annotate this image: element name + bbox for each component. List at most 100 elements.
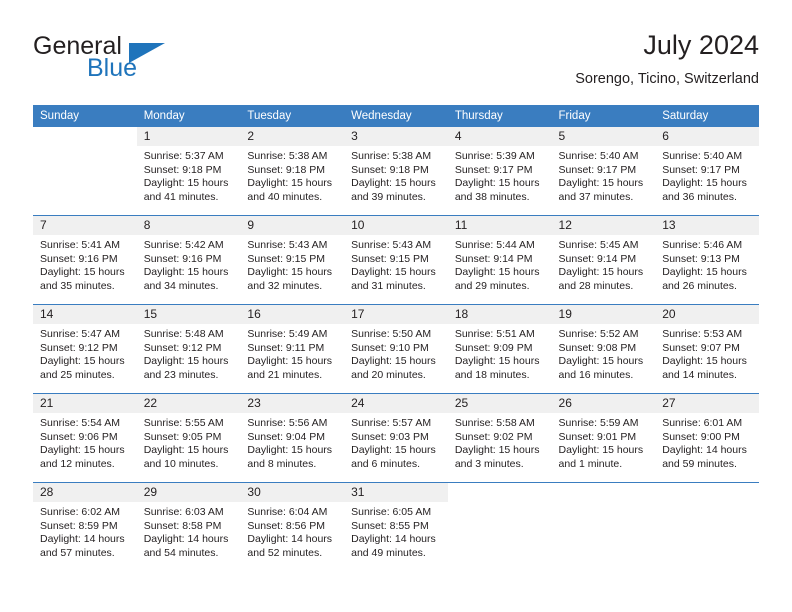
day-cell[interactable]: 11 Sunrise: 5:44 AM Sunset: 9:14 PM Dayligh… bbox=[447, 216, 552, 304]
day-details: Sunrise: 5:38 AM Sunset: 9:18 PM Daylight:… bbox=[240, 146, 344, 204]
day-details: Sunrise: 5:38 AM Sunset: 9:18 PM Daylight:… bbox=[344, 146, 448, 204]
day-daylight1-text: Daylight: 15 hours bbox=[662, 355, 747, 368]
day-daylight2-text: and 34 minutes. bbox=[143, 279, 219, 292]
day-number: 18 bbox=[447, 305, 552, 324]
calendar-cell: 17 Sunrise: 5:50 AM Sunset: 9:10 PM Dayligh… bbox=[344, 304, 448, 394]
day-cell[interactable]: 15 Sunrise: 5:48 AM Sunset: 9:12 PM Dayligh… bbox=[136, 305, 241, 393]
day-details: Sunrise: 5:46 AM Sunset: 9:13 PM Daylight:… bbox=[655, 235, 759, 293]
day-cell[interactable]: 26 Sunrise: 5:59 AM Sunset: 9:01 PM Dayligh… bbox=[551, 394, 656, 482]
day-details: Sunrise: 5:37 AM Sunset: 9:18 PM Daylight:… bbox=[137, 146, 241, 204]
weekday-header-saturday: Saturday bbox=[655, 105, 759, 127]
calendar-cell: 8 Sunrise: 5:42 AM Sunset: 9:16 PM Daylight… bbox=[136, 215, 241, 305]
day-daylight2-text: and 6 minutes. bbox=[351, 457, 420, 470]
day-daylight2-text: and 20 minutes. bbox=[351, 368, 426, 381]
day-daylight2-text: and 16 minutes. bbox=[558, 368, 634, 381]
day-sunset-text: Sunset: 9:14 PM bbox=[558, 252, 637, 265]
day-cell[interactable]: 14 Sunrise: 5:47 AM Sunset: 9:12 PM Dayligh… bbox=[33, 305, 137, 393]
day-sunrise-text: Sunrise: 5:59 AM bbox=[558, 417, 639, 429]
day-daylight2-text: and 12 minutes. bbox=[40, 457, 115, 470]
calendar-cell bbox=[33, 127, 137, 216]
day-details: Sunrise: 6:03 AM Sunset: 8:58 PM Daylight:… bbox=[137, 502, 241, 560]
day-daylight1-text: Daylight: 15 hours bbox=[558, 177, 644, 190]
day-number: 30 bbox=[240, 483, 345, 502]
day-number: 23 bbox=[240, 394, 345, 413]
day-sunrise-text: Sunrise: 5:54 AM bbox=[40, 417, 120, 429]
calendar-week-row: 1 Sunrise: 5:37 AM Sunset: 9:18 PM Daylight… bbox=[33, 127, 759, 216]
day-cell[interactable]: 29 Sunrise: 6:03 AM Sunset: 8:58 PM Dayligh… bbox=[136, 483, 241, 571]
day-cell[interactable]: 9 Sunrise: 5:43 AM Sunset: 9:15 PM Daylight… bbox=[240, 216, 345, 304]
day-cell[interactable]: 16 Sunrise: 5:49 AM Sunset: 9:11 PM Dayligh… bbox=[240, 305, 345, 393]
day-number: 26 bbox=[551, 394, 656, 413]
day-number: 15 bbox=[136, 305, 241, 324]
weekday-header-thursday: Thursday bbox=[447, 105, 552, 127]
day-details: Sunrise: 5:49 AM Sunset: 9:11 PM Daylight:… bbox=[240, 324, 344, 382]
day-sunrise-text: Sunrise: 5:39 AM bbox=[454, 150, 535, 162]
day-daylight2-text: and 41 minutes. bbox=[143, 190, 219, 203]
day-daylight1-text: Daylight: 15 hours bbox=[247, 177, 333, 190]
day-cell[interactable]: 7 Sunrise: 5:41 AM Sunset: 9:16 PM Daylight… bbox=[33, 216, 137, 304]
day-sunrise-text: Sunrise: 5:52 AM bbox=[558, 328, 639, 340]
calendar-cell bbox=[655, 482, 759, 571]
day-sunset-text: Sunset: 9:00 PM bbox=[662, 430, 740, 443]
day-daylight2-text: and 57 minutes. bbox=[40, 546, 115, 559]
day-cell[interactable]: 1 Sunrise: 5:37 AM Sunset: 9:18 PM Daylight… bbox=[136, 127, 241, 215]
day-daylight1-text: Daylight: 15 hours bbox=[454, 177, 540, 190]
day-number: 20 bbox=[655, 305, 759, 324]
day-sunset-text: Sunset: 9:10 PM bbox=[351, 341, 429, 354]
calendar-cell: 5 Sunrise: 5:40 AM Sunset: 9:17 PM Daylight… bbox=[551, 127, 656, 216]
day-sunset-text: Sunset: 9:08 PM bbox=[558, 341, 637, 354]
day-cell[interactable]: 21 Sunrise: 5:54 AM Sunset: 9:06 PM Dayligh… bbox=[33, 394, 137, 482]
day-cell[interactable]: 4 Sunrise: 5:39 AM Sunset: 9:17 PM Daylight… bbox=[447, 127, 552, 215]
day-cell[interactable]: 25 Sunrise: 5:58 AM Sunset: 9:02 PM Dayligh… bbox=[447, 394, 552, 482]
calendar-week-row: 7 Sunrise: 5:41 AM Sunset: 9:16 PM Daylight… bbox=[33, 215, 759, 305]
day-cell[interactable]: 19 Sunrise: 5:52 AM Sunset: 9:08 PM Dayligh… bbox=[551, 305, 656, 393]
calendar-cell: 9 Sunrise: 5:43 AM Sunset: 9:15 PM Daylight… bbox=[240, 215, 345, 305]
location-subtitle: Sorengo, Ticino, Switzerland bbox=[575, 71, 759, 87]
day-cell[interactable]: 23 Sunrise: 5:56 AM Sunset: 9:04 PM Dayligh… bbox=[240, 394, 345, 482]
day-cell[interactable]: 12 Sunrise: 5:45 AM Sunset: 9:14 PM Dayligh… bbox=[551, 216, 656, 304]
day-cell[interactable]: 20 Sunrise: 5:53 AM Sunset: 9:07 PM Dayligh… bbox=[655, 305, 759, 393]
day-sunrise-text: Sunrise: 5:42 AM bbox=[143, 239, 224, 251]
day-cell[interactable]: 30 Sunrise: 6:04 AM Sunset: 8:56 PM Dayligh… bbox=[240, 483, 345, 571]
page-title: July 2024 bbox=[643, 30, 759, 60]
day-daylight2-text: and 31 minutes. bbox=[351, 279, 426, 292]
day-sunset-text: Sunset: 9:18 PM bbox=[247, 163, 326, 176]
day-sunrise-text: Sunrise: 5:43 AM bbox=[247, 239, 328, 251]
day-cell[interactable]: 28 Sunrise: 6:02 AM Sunset: 8:59 PM Dayligh… bbox=[33, 483, 137, 571]
calendar-cell: 12 Sunrise: 5:45 AM Sunset: 9:14 PM Dayligh… bbox=[551, 215, 656, 305]
day-sunrise-text: Sunrise: 5:57 AM bbox=[351, 417, 432, 429]
empty-day-cell bbox=[33, 127, 137, 215]
day-daylight2-text: and 23 minutes. bbox=[143, 368, 219, 381]
day-daylight1-text: Daylight: 14 hours bbox=[351, 533, 436, 546]
day-number: 4 bbox=[447, 127, 552, 146]
day-sunset-text: Sunset: 9:01 PM bbox=[558, 430, 637, 443]
calendar-cell: 28 Sunrise: 6:02 AM Sunset: 8:59 PM Dayligh… bbox=[33, 482, 137, 571]
day-cell[interactable]: 18 Sunrise: 5:51 AM Sunset: 9:09 PM Dayligh… bbox=[447, 305, 552, 393]
day-cell[interactable]: 27 Sunrise: 6:01 AM Sunset: 9:00 PM Dayligh… bbox=[655, 394, 759, 482]
day-cell[interactable]: 5 Sunrise: 5:40 AM Sunset: 9:17 PM Daylight… bbox=[551, 127, 656, 215]
day-sunrise-text: Sunrise: 5:40 AM bbox=[662, 150, 743, 162]
day-cell[interactable]: 13 Sunrise: 5:46 AM Sunset: 9:13 PM Dayligh… bbox=[655, 216, 759, 304]
day-cell[interactable]: 3 Sunrise: 5:38 AM Sunset: 9:18 PM Daylight… bbox=[344, 127, 448, 215]
day-sunset-text: Sunset: 9:04 PM bbox=[247, 430, 326, 443]
day-daylight2-text: and 1 minute. bbox=[558, 457, 623, 470]
day-daylight2-text: and 18 minutes. bbox=[454, 368, 530, 381]
day-cell[interactable]: 6 Sunrise: 5:40 AM Sunset: 9:17 PM Daylight… bbox=[655, 127, 759, 215]
day-daylight1-text: Daylight: 15 hours bbox=[40, 266, 125, 279]
day-sunset-text: Sunset: 9:13 PM bbox=[662, 252, 740, 265]
day-number: 22 bbox=[136, 394, 241, 413]
day-daylight1-text: Daylight: 15 hours bbox=[143, 266, 229, 279]
day-cell[interactable]: 24 Sunrise: 5:57 AM Sunset: 9:03 PM Dayligh… bbox=[344, 394, 448, 482]
day-cell[interactable]: 31 Sunrise: 6:05 AM Sunset: 8:55 PM Dayligh… bbox=[344, 483, 448, 571]
day-cell[interactable]: 10 Sunrise: 5:43 AM Sunset: 9:15 PM Dayligh… bbox=[344, 216, 448, 304]
day-cell[interactable]: 8 Sunrise: 5:42 AM Sunset: 9:16 PM Daylight… bbox=[136, 216, 241, 304]
day-cell[interactable]: 22 Sunrise: 5:55 AM Sunset: 9:05 PM Dayligh… bbox=[136, 394, 241, 482]
day-cell[interactable]: 2 Sunrise: 5:38 AM Sunset: 9:18 PM Daylight… bbox=[240, 127, 345, 215]
day-number: 2 bbox=[240, 127, 345, 146]
day-sunset-text: Sunset: 9:09 PM bbox=[454, 341, 533, 354]
day-daylight1-text: Daylight: 15 hours bbox=[662, 177, 747, 190]
day-number: 17 bbox=[344, 305, 448, 324]
day-cell[interactable]: 17 Sunrise: 5:50 AM Sunset: 9:10 PM Dayligh… bbox=[344, 305, 448, 393]
day-daylight1-text: Daylight: 15 hours bbox=[40, 444, 125, 457]
calendar-cell: 10 Sunrise: 5:43 AM Sunset: 9:15 PM Dayligh… bbox=[344, 215, 448, 305]
